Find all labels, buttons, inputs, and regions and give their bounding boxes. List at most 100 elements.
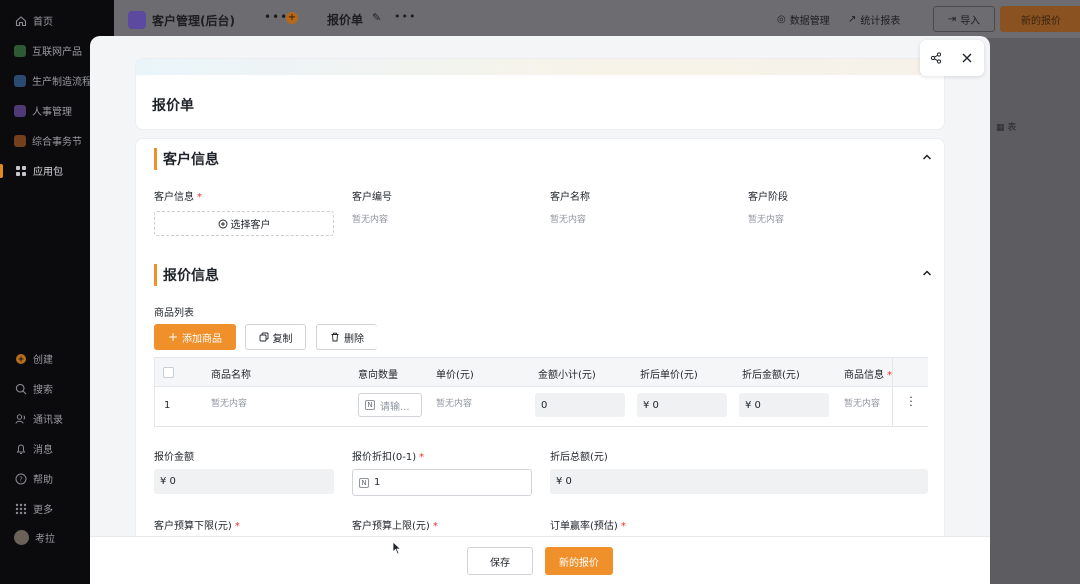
quantity-input[interactable]: N 请输... bbox=[358, 393, 422, 417]
data-manage-link[interactable]: ◎ 数据管理 bbox=[777, 12, 830, 27]
chevron-up-icon[interactable] bbox=[922, 268, 932, 278]
field-label: 客户预算下限(元) bbox=[154, 521, 232, 532]
modal-actions bbox=[920, 40, 984, 76]
sidebar-item-label: 更多 bbox=[33, 505, 53, 516]
sidebar-item-label: 生产制造流程 bbox=[32, 77, 92, 88]
app-topbar: 客户管理(后台) ••• + 报价单 ✎ ••• ◎ 数据管理 ↗ 统计报表 ⇥… bbox=[114, 0, 1080, 38]
modal-body[interactable]: 报价单 客户信息 客户信息 * 选择客户 客户编号 暂无内容 客户名称 暂无内容 … bbox=[90, 36, 990, 536]
plus-circle-icon bbox=[14, 352, 27, 365]
required-mark: * bbox=[620, 521, 626, 532]
actions-header bbox=[893, 358, 928, 387]
trash-icon bbox=[331, 332, 339, 342]
section-title: 客户信息 bbox=[163, 152, 219, 168]
add-product-button[interactable]: + 添加商品 bbox=[154, 324, 236, 350]
contacts-icon bbox=[14, 412, 27, 425]
column-header: 商品名称 bbox=[211, 370, 251, 381]
required-mark: * bbox=[234, 521, 240, 532]
modal-footer: 保存 新的报价 bbox=[90, 536, 990, 584]
delete-label: 删除 bbox=[344, 333, 364, 345]
column-header-label: 商品信息 bbox=[844, 370, 884, 381]
stats-report-label: 统计报表 bbox=[860, 16, 901, 27]
total-after-discount-label: 折后总额(元) bbox=[550, 452, 608, 463]
required-mark: * bbox=[197, 192, 202, 203]
section-accent-bar bbox=[154, 264, 157, 286]
sidebar-item-label: 帮助 bbox=[33, 475, 53, 486]
app-name: 客户管理(后台) bbox=[152, 13, 235, 28]
subtotal-field: 0 bbox=[535, 393, 625, 417]
copy-label: 复制 bbox=[272, 333, 293, 345]
sidebar-item-label: 消息 bbox=[33, 445, 53, 456]
quote-discount-label: 报价折扣(0-1) * bbox=[352, 448, 424, 463]
save-button[interactable]: 保存 bbox=[467, 547, 533, 575]
copy-icon bbox=[259, 332, 268, 342]
app-icon bbox=[14, 74, 26, 87]
delete-button[interactable]: 删除 bbox=[316, 324, 377, 350]
page-title: 报价单 bbox=[327, 13, 364, 27]
field-label: 报价折扣(0-1) bbox=[352, 452, 417, 463]
row-actions-column: · · · bbox=[892, 358, 928, 426]
number-icon: N bbox=[365, 400, 375, 410]
import-label: 导入 bbox=[960, 15, 981, 27]
required-mark: * bbox=[419, 452, 425, 463]
share-icon[interactable] bbox=[930, 52, 942, 64]
product-list-label: 商品列表 bbox=[154, 308, 194, 319]
more-icon[interactable]: ••• bbox=[394, 10, 416, 23]
app-logo-icon bbox=[128, 11, 146, 29]
discount-unit-price-field: ¥ 0 bbox=[637, 393, 727, 417]
add-product-label: 添加商品 bbox=[182, 333, 223, 345]
order-win-rate-label: 订单赢率(预估) * bbox=[550, 517, 626, 532]
select-customer-label: 选择客户 bbox=[230, 220, 271, 231]
grid-view-icon[interactable]: ▦ 表 bbox=[996, 120, 1016, 133]
quote-modal: 报价单 客户信息 客户信息 * 选择客户 客户编号 暂无内容 客户名称 暂无内容 … bbox=[90, 36, 990, 584]
field-label: 订单赢率(预估) bbox=[550, 521, 618, 532]
customer-number-label: 客户编号 bbox=[352, 192, 392, 203]
sidebar-item-label: 互联网产品 bbox=[32, 47, 82, 58]
sidebar-item-label: 人事管理 bbox=[32, 107, 72, 118]
app-icon bbox=[14, 104, 26, 117]
new-quote-button[interactable]: 新的报价 bbox=[545, 547, 613, 575]
customer-stage-label: 客户阶段 bbox=[748, 192, 788, 203]
add-icon[interactable]: + bbox=[286, 12, 298, 24]
sidebar-item-label: 创建 bbox=[33, 355, 53, 366]
import-button[interactable]: ⇥ 导入 bbox=[933, 6, 995, 32]
app-icon bbox=[14, 44, 26, 57]
header-gradient bbox=[136, 59, 944, 75]
form-main-card: 客户信息 客户信息 * 选择客户 客户编号 暂无内容 客户名称 暂无内容 客户阶段… bbox=[135, 138, 945, 536]
grid-icon bbox=[14, 164, 27, 177]
copy-button[interactable]: 复制 bbox=[245, 324, 306, 350]
discount-amount-field: ¥ 0 bbox=[739, 393, 829, 417]
bell-icon bbox=[14, 442, 27, 455]
more-icon[interactable]: ••• bbox=[264, 10, 288, 24]
product-table: 商品名称 意向数量 单价(元) 金额小计(元) 折后单价(元) 折后金额(元) … bbox=[154, 357, 928, 427]
sidebar-item-home[interactable]: 首页 bbox=[14, 13, 112, 28]
customer-info-label: 客户信息 * bbox=[154, 188, 202, 203]
column-header: 金额小计(元) bbox=[538, 370, 596, 381]
total-after-discount-field: ¥ 0 bbox=[550, 469, 928, 494]
quote-section-header[interactable]: 报价信息 bbox=[154, 264, 219, 286]
stats-report-link[interactable]: ↗ 统计报表 bbox=[848, 12, 900, 27]
customer-stage-value: 暂无内容 bbox=[748, 215, 785, 225]
close-icon[interactable] bbox=[961, 52, 973, 64]
select-customer-button[interactable]: 选择客户 bbox=[154, 211, 334, 236]
data-manage-label: 数据管理 bbox=[789, 16, 830, 27]
column-header: 单价(元) bbox=[436, 370, 474, 381]
edit-icon[interactable]: ✎ bbox=[372, 11, 381, 24]
customer-section-header[interactable]: 客户信息 bbox=[154, 148, 219, 170]
row-more-icon[interactable]: · · · bbox=[905, 392, 917, 411]
quote-discount-input[interactable]: N 1 bbox=[352, 469, 532, 496]
new-quote-top-button[interactable]: 新的报价 bbox=[1000, 6, 1080, 32]
table-header: 商品名称 意向数量 单价(元) 金额小计(元) 折后单价(元) 折后金额(元) … bbox=[155, 358, 927, 387]
column-header: 折后金额(元) bbox=[742, 370, 800, 381]
column-header: 意向数量 bbox=[358, 370, 398, 381]
product-name-cell[interactable]: 暂无内容 bbox=[211, 396, 247, 409]
app-switcher[interactable]: 客户管理(后台) bbox=[128, 11, 235, 29]
help-icon: ? bbox=[14, 472, 27, 485]
budget-max-label: 客户预算上限(元) * bbox=[352, 517, 438, 532]
chevron-up-icon[interactable] bbox=[922, 152, 932, 162]
form-title-card: 报价单 bbox=[135, 58, 945, 130]
quote-amount-field: ¥ 0 bbox=[154, 469, 334, 494]
number-icon: N bbox=[359, 477, 369, 488]
required-mark: * bbox=[432, 521, 438, 532]
select-all-checkbox[interactable] bbox=[163, 367, 174, 378]
sidebar-item-label: 通讯录 bbox=[33, 415, 63, 426]
